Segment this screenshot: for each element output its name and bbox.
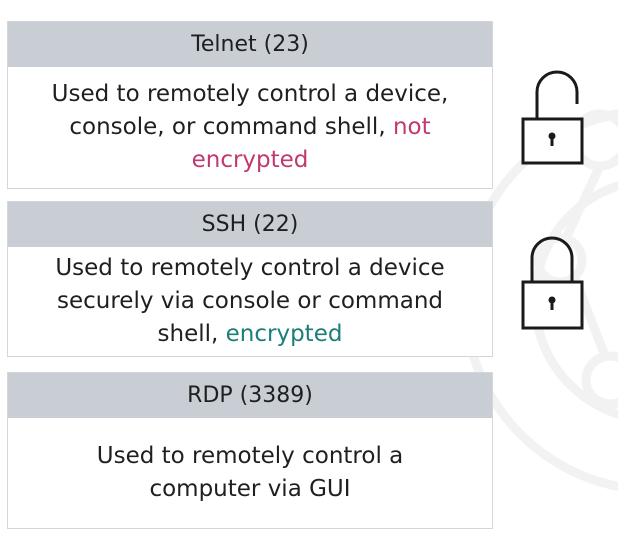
ssh-card-description: Used to remotely control a device secure…: [8, 247, 492, 356]
unlocked-padlock-icon: [521, 70, 584, 165]
telnet-card: Telnet (23) Used to remotely control a d…: [7, 21, 493, 189]
telnet-card-title: Telnet (23): [8, 22, 492, 67]
rdp-card-description: Used to remotely control a computer via …: [8, 418, 492, 528]
locked-padlock-icon: [521, 236, 584, 330]
ssh-encrypted-label: encrypted: [225, 321, 343, 347]
ssh-card-title: SSH (22): [8, 202, 492, 247]
rdp-desc-line2: computer via GUI: [149, 476, 351, 502]
ssh-desc-line1: Used to remotely control a device: [55, 255, 445, 281]
ssh-desc-line2: securely via console or command: [56, 288, 443, 314]
rdp-card: RDP (3389) Used to remotely control a co…: [7, 372, 493, 529]
telnet-card-description: Used to remotely control a device, conso…: [8, 67, 492, 188]
telnet-desc-line1: Used to remotely control a device,: [51, 81, 449, 107]
rdp-desc-line1: Used to remotely control a: [96, 443, 404, 469]
ssh-card: SSH (22) Used to remotely control a devi…: [7, 201, 493, 357]
ssh-desc-line3: shell,: [157, 321, 219, 347]
telnet-desc-line2: console, or command shell,: [69, 114, 386, 140]
rdp-card-title: RDP (3389): [8, 373, 492, 418]
protocols-diagram: Telnet (23) Used to remotely control a d…: [0, 0, 618, 541]
